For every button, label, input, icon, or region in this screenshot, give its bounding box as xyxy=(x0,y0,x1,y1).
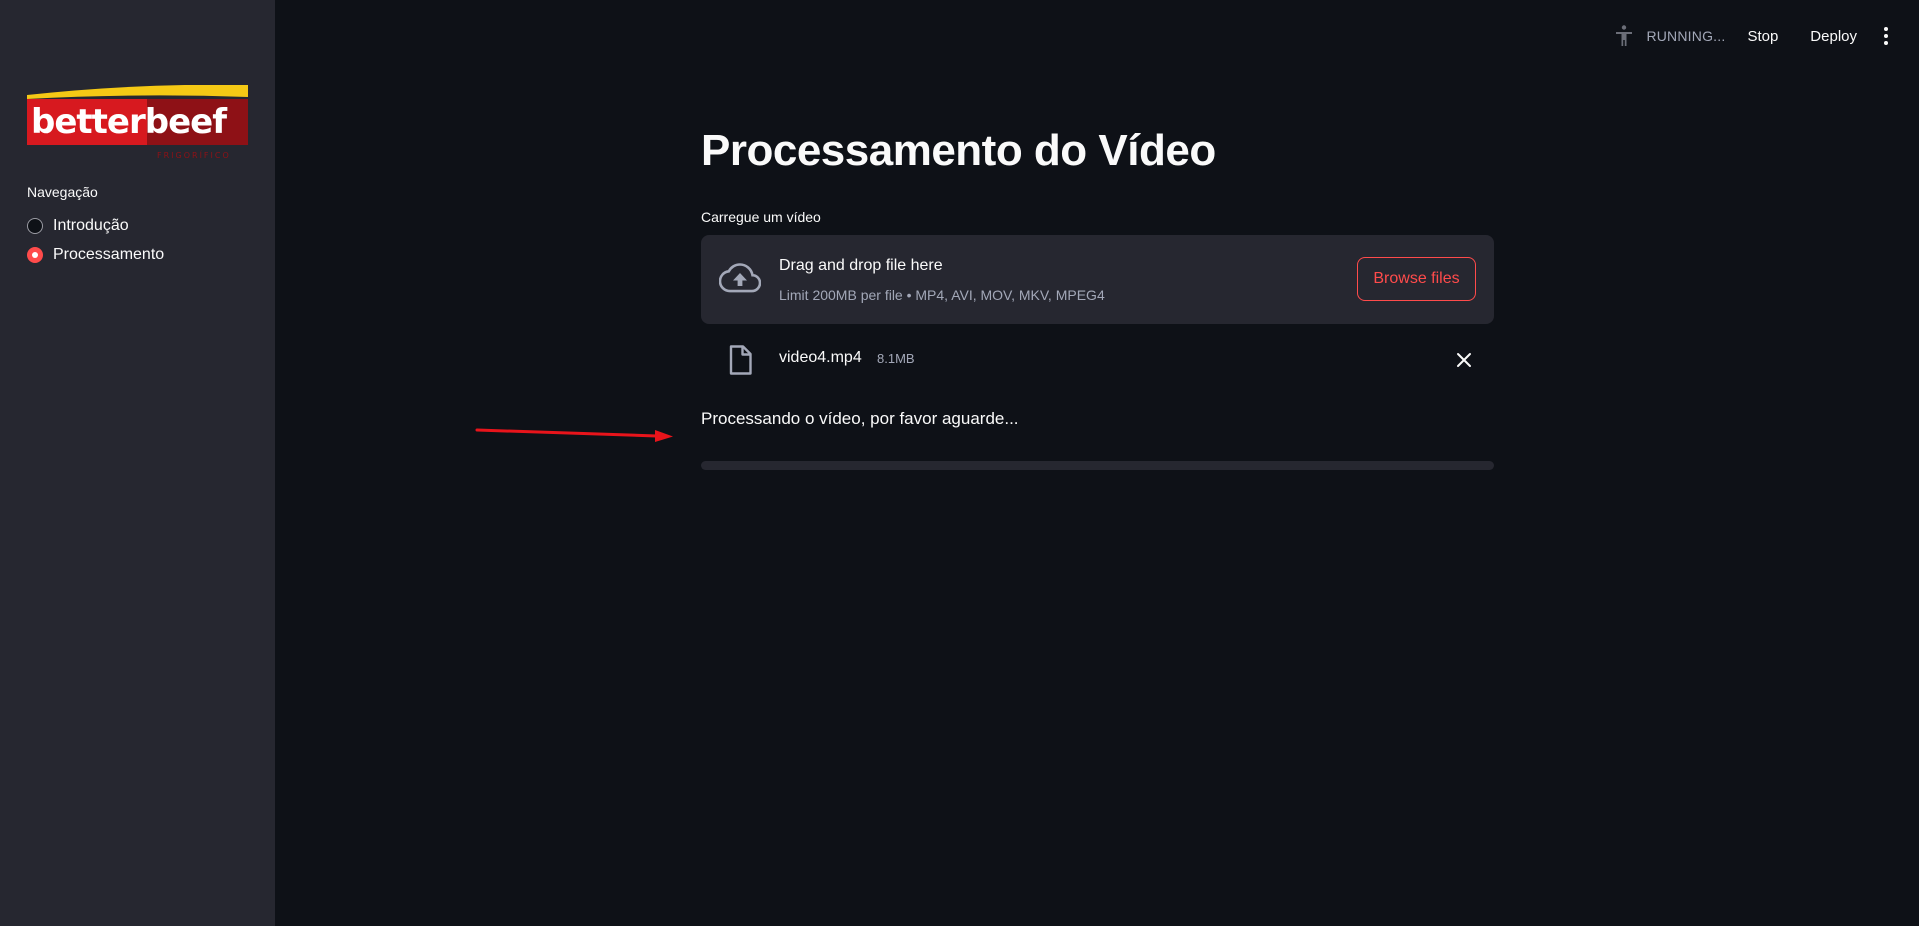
dropzone-title: Drag and drop file here xyxy=(779,257,943,274)
logo-subtext: FRIGORÍFICO xyxy=(157,149,231,160)
file-name: video4.mp4 xyxy=(779,349,862,366)
processing-status-text: Processando o vídeo, por favor aguarde..… xyxy=(701,409,1019,428)
nav-item-label: Processamento xyxy=(53,246,165,263)
cloud-upload-icon xyxy=(719,263,761,293)
nav-item-introducao[interactable]: Introdução xyxy=(27,217,129,235)
kebab-menu-icon[interactable] xyxy=(1883,27,1889,45)
radio-unchecked-icon[interactable] xyxy=(27,218,43,234)
app-root: betterbeef FRIGORÍFICO Navegação Introdu… xyxy=(0,0,1919,926)
file-size: 8.1MB xyxy=(877,351,915,366)
running-status: RUNNING... xyxy=(1646,28,1726,44)
uploader-label: Carregue um vídeo xyxy=(701,209,821,225)
annotation-arrow xyxy=(475,428,673,442)
nav-item-label: Introdução xyxy=(53,217,129,234)
file-dropzone[interactable]: Drag and drop file here Limit 200MB per … xyxy=(701,235,1494,324)
nav-title: Navegação xyxy=(27,184,98,200)
radio-checked-icon[interactable] xyxy=(27,247,43,263)
file-icon xyxy=(729,345,752,375)
header-toolbar: RUNNING... Stop Deploy xyxy=(1612,24,1889,48)
deploy-button[interactable]: Deploy xyxy=(1810,28,1857,45)
uploaded-file-row: video4.mp4 8.1MB xyxy=(701,340,1494,382)
logo-text: betterbeef xyxy=(31,102,228,142)
browse-files-button[interactable]: Browse files xyxy=(1357,257,1476,301)
stop-button[interactable]: Stop xyxy=(1747,28,1778,45)
dropzone-limit-text: Limit 200MB per file • MP4, AVI, MOV, MK… xyxy=(779,287,1105,303)
nav-item-processamento[interactable]: Processamento xyxy=(27,246,164,264)
running-man-icon xyxy=(1616,25,1633,46)
close-icon[interactable] xyxy=(1454,350,1474,370)
page-title: Processamento do Vídeo xyxy=(701,126,1216,175)
sidebar: betterbeef FRIGORÍFICO Navegação Introdu… xyxy=(0,0,275,926)
betterbeef-logo: betterbeef FRIGORÍFICO xyxy=(27,85,248,160)
progress-bar xyxy=(701,461,1494,470)
